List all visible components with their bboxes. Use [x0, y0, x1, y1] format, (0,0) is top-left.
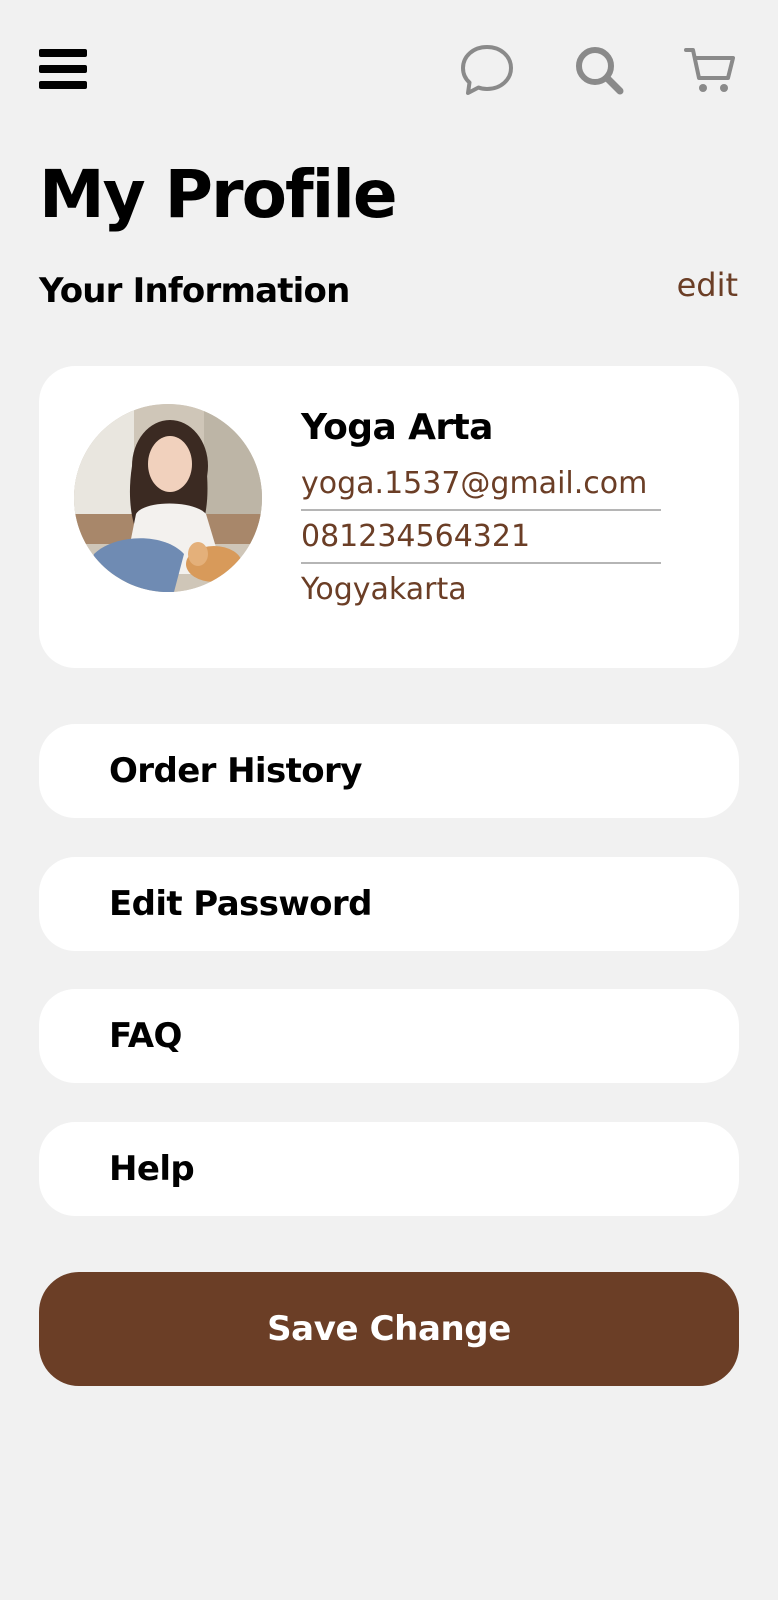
profile-info: Yoga Arta yoga.1537@gmail.com 0812345643… [301, 404, 661, 617]
profile-phone: 081234564321 [301, 511, 661, 564]
profile-card: Yoga Arta yoga.1537@gmail.com 0812345643… [39, 366, 739, 668]
edit-password-button[interactable]: Edit Password [39, 857, 739, 951]
save-change-button[interactable]: Save Change [39, 1272, 739, 1386]
section-title: Your Information [39, 271, 350, 311]
edit-link[interactable]: edit [677, 262, 738, 308]
profile-city: Yogyakarta [301, 572, 467, 607]
faq-label: FAQ [109, 1016, 182, 1056]
edit-password-label: Edit Password [109, 884, 372, 924]
avatar[interactable] [74, 404, 262, 592]
help-button[interactable]: Help [39, 1122, 739, 1216]
faq-button[interactable]: FAQ [39, 989, 739, 1083]
top-bar [0, 0, 778, 140]
order-history-label: Order History [109, 751, 362, 791]
help-label: Help [109, 1149, 195, 1189]
chat-icon[interactable] [460, 44, 514, 96]
search-icon[interactable] [573, 44, 625, 96]
page-title: My Profile [39, 156, 398, 233]
profile-name: Yoga Arta [301, 407, 493, 448]
cart-icon[interactable] [684, 44, 736, 96]
menu-icon[interactable] [39, 49, 89, 91]
order-history-button[interactable]: Order History [39, 724, 739, 818]
profile-email: yoga.1537@gmail.com [301, 458, 661, 511]
